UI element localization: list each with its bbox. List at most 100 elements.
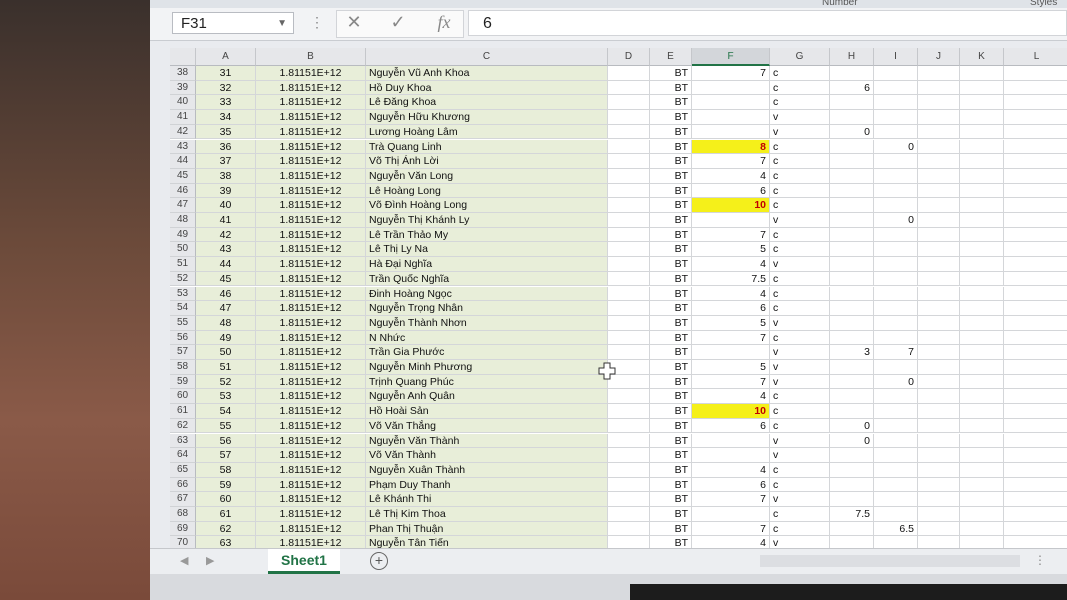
cell-d51[interactable] — [608, 257, 650, 272]
cell-g52[interactable]: c — [770, 271, 830, 287]
next-sheet-icon[interactable]: ▶ — [206, 554, 214, 567]
cell-d38[interactable] — [608, 66, 650, 81]
cell-l39[interactable] — [1004, 81, 1067, 96]
cell-f46[interactable]: 6 — [692, 183, 770, 199]
cell-e68[interactable]: BT — [650, 507, 692, 522]
enter-icon[interactable]: ✓ — [383, 12, 413, 33]
cell-b55[interactable]: 1.81151E+12 — [256, 315, 366, 331]
cell-h53[interactable] — [830, 286, 874, 302]
cell-h64[interactable] — [830, 448, 874, 463]
cell-c60[interactable]: Nguyễn Anh Quân — [366, 389, 608, 405]
cell-g45[interactable]: c — [770, 168, 830, 184]
cell-c55[interactable]: Nguyễn Thành Nhơn — [366, 315, 608, 331]
row-header[interactable]: 42 — [170, 124, 196, 140]
cell-c66[interactable]: Phạm Duy Thanh — [366, 477, 608, 493]
cell-c48[interactable]: Nguyễn Thị Khánh Ly — [366, 213, 608, 228]
cell-i66[interactable] — [874, 477, 918, 493]
row-header[interactable]: 40 — [170, 95, 196, 111]
cell-k63[interactable] — [960, 433, 1004, 449]
cell-d42[interactable] — [608, 124, 650, 140]
cell-e38[interactable]: BT — [650, 66, 692, 81]
cell-j52[interactable] — [918, 271, 960, 287]
cell-d62[interactable] — [608, 418, 650, 434]
cell-l54[interactable] — [1004, 301, 1067, 316]
cell-g66[interactable]: c — [770, 477, 830, 493]
cell-c43[interactable]: Trà Quang Linh — [366, 139, 608, 155]
cell-c45[interactable]: Nguyễn Văn Long — [366, 168, 608, 184]
cell-l52[interactable] — [1004, 272, 1067, 287]
cell-i56[interactable] — [874, 330, 918, 346]
cell-f59[interactable]: 7 — [692, 374, 770, 390]
more-options-icon[interactable]: ⋮ — [310, 14, 324, 31]
cell-j39[interactable] — [918, 80, 960, 96]
cell-k46[interactable] — [960, 183, 1004, 199]
cell-i51[interactable] — [874, 257, 918, 272]
cell-g53[interactable]: c — [770, 286, 830, 302]
column-header-g[interactable]: G — [770, 48, 830, 66]
cell-i44[interactable] — [874, 154, 918, 169]
cell-b43[interactable]: 1.81151E+12 — [256, 139, 366, 155]
row-header[interactable]: 58 — [170, 360, 196, 375]
cell-k39[interactable] — [960, 80, 1004, 96]
cell-e67[interactable]: BT — [650, 492, 692, 507]
cell-i53[interactable] — [874, 286, 918, 302]
cell-d39[interactable] — [608, 80, 650, 96]
row-header[interactable]: 54 — [170, 301, 196, 316]
cell-b44[interactable]: 1.81151E+12 — [256, 154, 366, 169]
row-header[interactable]: 41 — [170, 110, 196, 125]
cell-j65[interactable] — [918, 462, 960, 478]
cell-a38[interactable]: 31 — [196, 66, 256, 81]
cell-l51[interactable] — [1004, 257, 1067, 272]
cell-i43[interactable]: 0 — [874, 139, 918, 155]
cell-f44[interactable]: 7 — [692, 154, 770, 169]
cell-b63[interactable]: 1.81151E+12 — [256, 433, 366, 449]
cell-b67[interactable]: 1.81151E+12 — [256, 492, 366, 507]
cell-i64[interactable] — [874, 448, 918, 463]
cell-l68[interactable] — [1004, 507, 1067, 522]
cell-h40[interactable] — [830, 95, 874, 111]
cell-g40[interactable]: c — [770, 95, 830, 111]
cell-l61[interactable] — [1004, 404, 1067, 419]
cell-e44[interactable]: BT — [650, 154, 692, 169]
cell-l70[interactable] — [1004, 536, 1067, 548]
cell-i50[interactable] — [874, 242, 918, 258]
column-header-i[interactable]: I — [874, 48, 918, 66]
cell-h45[interactable] — [830, 168, 874, 184]
cell-g58[interactable]: v — [770, 360, 830, 375]
cell-l40[interactable] — [1004, 95, 1067, 111]
cell-a67[interactable]: 60 — [196, 492, 256, 507]
cell-i59[interactable]: 0 — [874, 374, 918, 390]
cell-e51[interactable]: BT — [650, 257, 692, 272]
row-header[interactable]: 61 — [170, 404, 196, 419]
formula-input[interactable]: 6 — [468, 10, 1067, 36]
cell-i39[interactable] — [874, 80, 918, 96]
cell-a39[interactable]: 32 — [196, 80, 256, 96]
cell-k51[interactable] — [960, 257, 1004, 272]
cell-f41[interactable] — [692, 110, 770, 125]
cell-l47[interactable] — [1004, 198, 1067, 213]
prev-sheet-icon[interactable]: ◀ — [180, 554, 188, 567]
cell-e40[interactable]: BT — [650, 95, 692, 111]
cell-h54[interactable] — [830, 301, 874, 316]
cell-b59[interactable]: 1.81151E+12 — [256, 374, 366, 390]
cell-a42[interactable]: 35 — [196, 124, 256, 140]
cell-f52[interactable]: 7.5 — [692, 271, 770, 287]
cell-i47[interactable] — [874, 198, 918, 213]
row-header[interactable]: 70 — [170, 536, 196, 548]
cell-a65[interactable]: 58 — [196, 462, 256, 478]
cell-d46[interactable] — [608, 183, 650, 199]
cell-h47[interactable] — [830, 198, 874, 213]
cell-l69[interactable] — [1004, 522, 1067, 537]
row-header[interactable]: 53 — [170, 286, 196, 302]
select-all-corner[interactable] — [170, 48, 196, 66]
cell-b51[interactable]: 1.81151E+12 — [256, 257, 366, 272]
cell-a62[interactable]: 55 — [196, 418, 256, 434]
cell-c56[interactable]: N Nhức — [366, 330, 608, 346]
cell-e41[interactable]: BT — [650, 110, 692, 125]
cell-i69[interactable]: 6.5 — [874, 521, 918, 537]
cell-a58[interactable]: 51 — [196, 360, 256, 375]
cell-a70[interactable]: 63 — [196, 536, 256, 548]
cell-e49[interactable]: BT — [650, 227, 692, 243]
cell-a53[interactable]: 46 — [196, 286, 256, 302]
row-header[interactable]: 49 — [170, 227, 196, 243]
